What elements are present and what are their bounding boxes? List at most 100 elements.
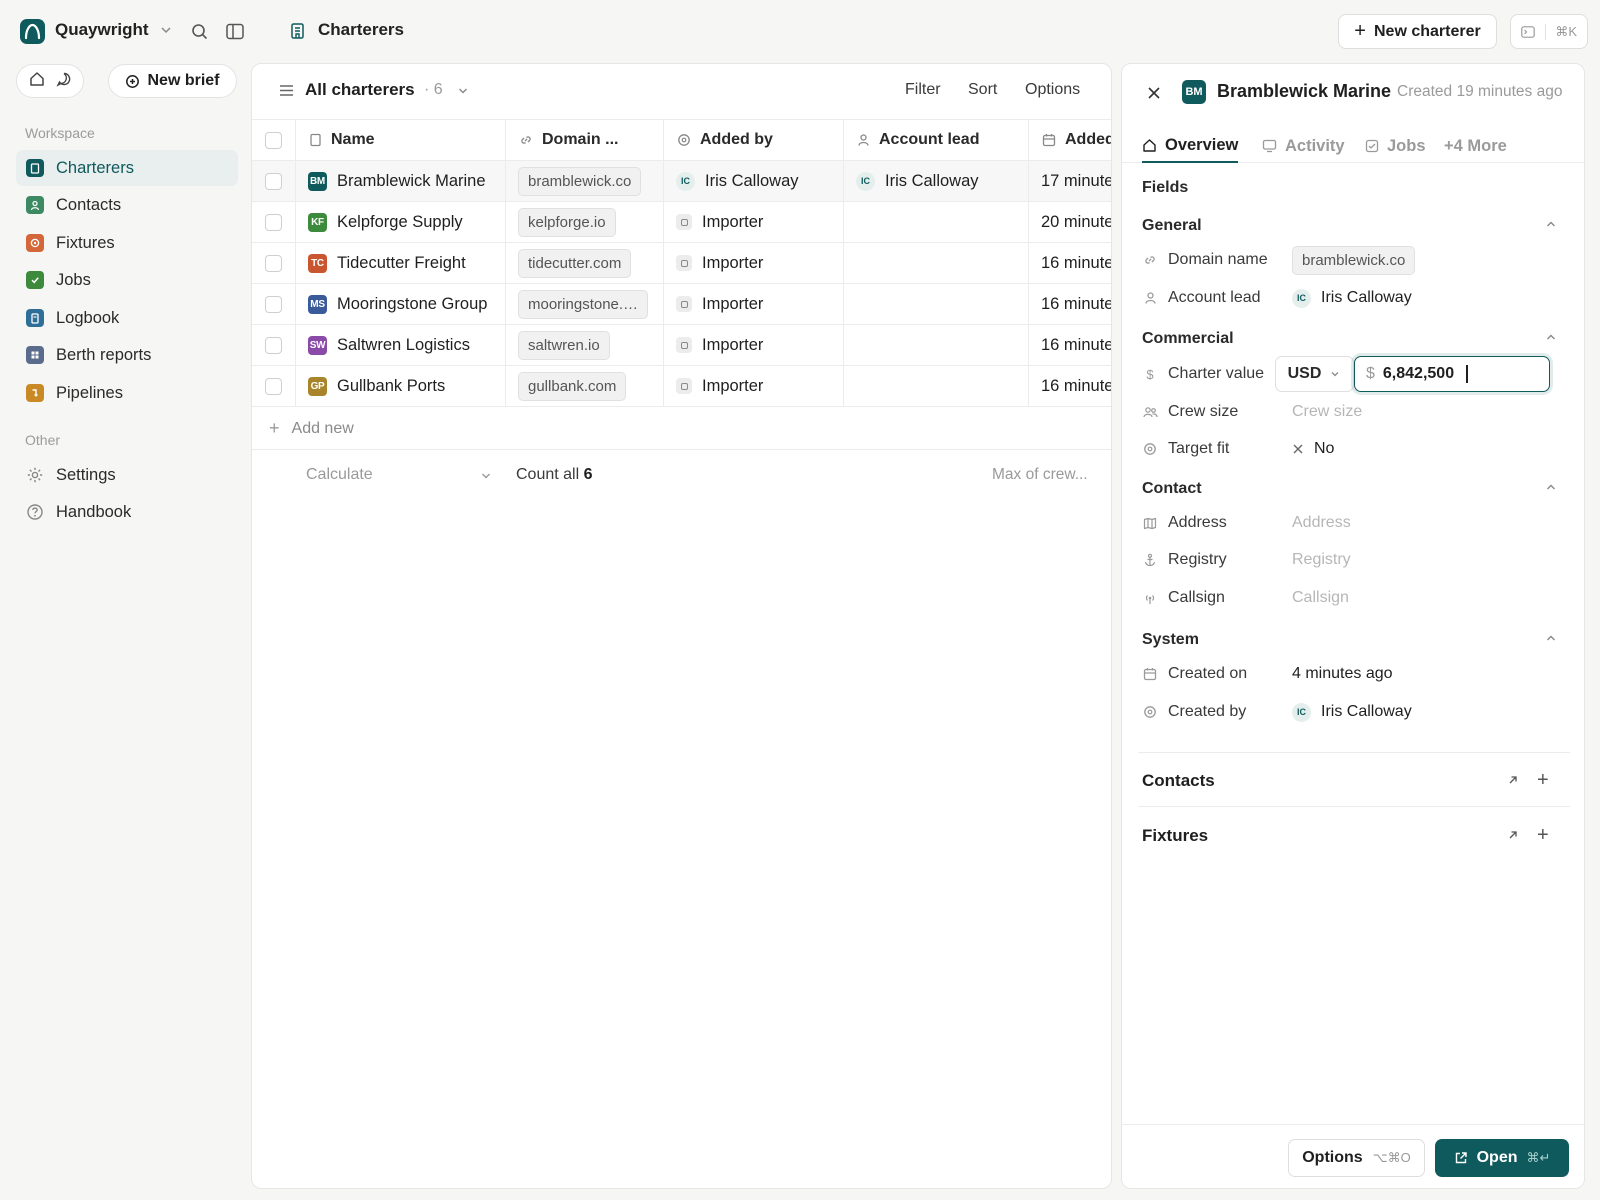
added-by-cell[interactable]: Importer [664, 243, 844, 283]
row-checkbox[interactable] [265, 172, 282, 190]
row-checkbox[interactable] [265, 254, 282, 272]
table-row[interactable]: SW Saltwren Logistics saltwren.io Import… [252, 325, 1111, 366]
sidebar-item-jobs[interactable]: Jobs [16, 262, 238, 298]
sidebar-item-settings[interactable]: Settings [16, 457, 238, 493]
tab-more[interactable]: +4 More [1444, 129, 1507, 163]
account-lead-cell[interactable] [844, 325, 1029, 365]
added-by-cell[interactable]: IC Iris Calloway [664, 161, 844, 201]
added-by-cell[interactable]: Importer [664, 202, 844, 242]
new-brief-button[interactable]: New brief [108, 64, 237, 98]
added-by-cell[interactable]: Importer [664, 284, 844, 324]
column-header-account-lead[interactable]: Account lead [844, 120, 1029, 160]
name-cell[interactable]: SW Saltwren Logistics [296, 325, 506, 365]
tab-activity[interactable]: Activity [1262, 129, 1345, 163]
chevron-down-icon[interactable] [456, 84, 470, 103]
domain-chip[interactable]: mooringstone.… [518, 289, 649, 319]
charter-value-input[interactable]: $ 6,842,500 [1354, 356, 1550, 392]
domain-chip[interactable]: saltwren.io [518, 330, 610, 360]
sort-button[interactable]: Sort [968, 81, 997, 99]
column-header-added[interactable]: Added [1029, 120, 1111, 160]
sidebar-item-logbook[interactable]: Logbook [16, 300, 238, 336]
sidebar-item-berth-reports[interactable]: Berth reports [16, 337, 238, 373]
sidebar-item-contacts[interactable]: Contacts [16, 187, 238, 223]
workspace-logo-icon[interactable] [20, 19, 45, 44]
row-checkbox[interactable] [265, 336, 282, 354]
column-header-name[interactable]: Name [296, 120, 506, 160]
column-header-added-by[interactable]: Added by [664, 120, 844, 160]
account-lead-cell[interactable] [844, 284, 1029, 324]
domain-chip[interactable]: gullbank.com [518, 371, 627, 401]
filter-button[interactable]: Filter [905, 81, 941, 99]
crew-size-input[interactable]: Crew size [1292, 403, 1362, 421]
chevron-up-icon[interactable] [1544, 480, 1558, 499]
contact-section-heading[interactable]: Contact [1142, 480, 1202, 498]
home-icon[interactable] [29, 71, 45, 92]
row-checkbox[interactable] [265, 377, 282, 395]
table-row[interactable]: KF Kelpforge Supply kelpforge.io Importe… [252, 202, 1111, 243]
row-checkbox[interactable] [265, 213, 282, 231]
account-lead-value[interactable]: IC Iris Calloway [1292, 288, 1412, 308]
domain-chip[interactable]: tidecutter.com [518, 248, 632, 278]
tab-jobs[interactable]: Jobs [1365, 129, 1426, 163]
menu-icon[interactable] [279, 84, 294, 102]
open-record-button[interactable]: Open ⌘↵ [1435, 1139, 1569, 1177]
record-options-button[interactable]: Options ⌥⌘O [1288, 1139, 1425, 1177]
domain-cell[interactable]: bramblewick.co [506, 161, 664, 201]
registry-input[interactable]: Registry [1292, 551, 1351, 569]
close-icon[interactable] [1146, 85, 1162, 106]
chevron-down-icon[interactable] [158, 22, 174, 38]
table-row[interactable]: GP Gullbank Ports gullbank.com Importer … [252, 366, 1111, 407]
count-all-summary[interactable]: Count all 6 [516, 466, 593, 484]
chevron-up-icon[interactable] [1544, 330, 1558, 349]
name-cell[interactable]: TC Tidecutter Freight [296, 243, 506, 283]
select-all-checkbox[interactable] [265, 131, 282, 149]
added-by-cell[interactable]: Importer [664, 325, 844, 365]
arrow-up-right-icon[interactable] [1507, 828, 1519, 846]
max-crew-summary[interactable]: Max of crew... [992, 466, 1088, 484]
name-cell[interactable]: BM Bramblewick Marine [296, 161, 506, 201]
sidebar-toggle-icon[interactable] [226, 23, 244, 45]
domain-chip[interactable]: bramblewick.co [518, 166, 642, 196]
added-cell[interactable]: 16 minutes ago [1029, 366, 1111, 406]
domain-cell[interactable]: kelpforge.io [506, 202, 664, 242]
domain-cell[interactable]: gullbank.com [506, 366, 664, 406]
sidebar-item-fixtures[interactable]: Fixtures [16, 225, 238, 261]
account-lead-cell[interactable] [844, 202, 1029, 242]
added-cell[interactable]: 16 minutes ago [1029, 284, 1111, 324]
added-cell[interactable]: 16 minutes ago [1029, 325, 1111, 365]
address-input[interactable]: Address [1292, 514, 1351, 532]
domain-value[interactable]: bramblewick.co [1292, 245, 1416, 275]
callsign-input[interactable]: Callsign [1292, 589, 1349, 607]
name-cell[interactable]: GP Gullbank Ports [296, 366, 506, 406]
added-by-cell[interactable]: Importer [664, 366, 844, 406]
currency-select[interactable]: USD [1275, 356, 1354, 392]
created-by-value[interactable]: IC Iris Calloway [1292, 702, 1412, 722]
added-cell[interactable]: 16 minutes ago [1029, 243, 1111, 283]
chevron-down-icon[interactable] [479, 469, 493, 488]
name-cell[interactable]: MS Mooringstone Group [296, 284, 506, 324]
chat-icon[interactable] [55, 71, 72, 92]
calculate-dropdown[interactable]: Calculate [306, 466, 373, 484]
contacts-relation-heading[interactable]: Contacts [1142, 771, 1215, 791]
account-lead-cell[interactable] [844, 243, 1029, 283]
add-new-row-button[interactable]: + Add new [252, 408, 1111, 450]
arrow-up-right-icon[interactable] [1507, 773, 1519, 791]
account-lead-cell[interactable]: IC Iris Calloway [844, 161, 1029, 201]
table-row[interactable]: MS Mooringstone Group mooringstone.… Imp… [252, 284, 1111, 325]
chevron-up-icon[interactable] [1544, 217, 1558, 236]
tab-overview[interactable]: Overview [1142, 129, 1239, 163]
table-row[interactable]: TC Tidecutter Freight tidecutter.com Imp… [252, 243, 1111, 284]
domain-chip[interactable]: kelpforge.io [518, 207, 616, 237]
sidebar-item-pipelines[interactable]: Pipelines [16, 375, 238, 411]
target-fit-value[interactable]: No [1292, 440, 1334, 458]
domain-cell[interactable]: tidecutter.com [506, 243, 664, 283]
column-header-domain[interactable]: Domain ... [506, 120, 664, 160]
name-cell[interactable]: KF Kelpforge Supply [296, 202, 506, 242]
options-button[interactable]: Options [1025, 81, 1080, 99]
view-title[interactable]: All charterers [305, 80, 415, 100]
search-icon[interactable] [191, 23, 208, 45]
add-contact-plus-icon[interactable]: + [1537, 770, 1549, 790]
command-palette-button[interactable]: ⌘K [1510, 14, 1588, 49]
system-section-heading[interactable]: System [1142, 631, 1199, 649]
domain-cell[interactable]: mooringstone.… [506, 284, 664, 324]
